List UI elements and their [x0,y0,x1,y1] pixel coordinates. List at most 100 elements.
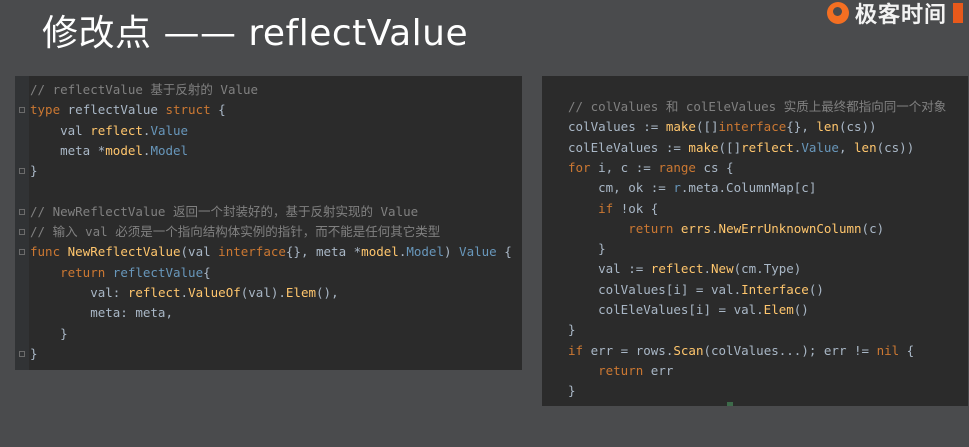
code-token: () [793,302,809,317]
code-token: New [711,261,734,277]
code-token: interface [218,244,286,260]
code-line: return errs.NewErrUnknownColumn(c) [568,219,884,239]
code-token: return [628,220,681,236]
code-line: } [30,161,38,181]
code-line: // reflectValue 基于反射的 Value [30,80,258,100]
code-line: if !ok { [568,199,658,219]
code-line: val reflect.Value [30,121,188,141]
code-line: type reflectValue struct { [30,100,226,120]
fold-marker-icon[interactable] [19,168,25,175]
code-line: } [30,344,38,364]
code-token: (cm.Type) [733,261,802,277]
code-token: nil [876,342,900,358]
code-token: } [30,163,38,179]
code-token: } [30,345,38,361]
fold-marker-icon[interactable] [19,208,25,215]
code-token: } [30,325,68,341]
code-token: range [658,159,704,175]
code-token: !ok { [620,200,659,216]
code-token: reflect [741,139,794,155]
code-token: { [496,244,512,260]
code-token: // 输入 val 必须是一个指向结构体实例的指针，而不能是任何其它类型 [30,224,441,240]
code-token: make [688,139,719,155]
code-token: // reflectValue 基于反射的 Value [30,82,259,97]
code-token: Interface [741,281,809,297]
code-token: (cs)) [838,119,877,135]
code-line: colValues[i] = val.Interface() [568,280,824,300]
code-panel-left: // reflectValue 基于反射的 Value type reflectV… [15,76,522,370]
code-token: colEleValues[i] = val. [568,302,764,317]
code-token: { [210,102,226,118]
code-line: val := reflect.New(cm.Type) [568,259,801,279]
code-token: if [598,200,621,216]
code-line: colEleValues := make([]reflect.Value, le… [568,138,914,158]
code-panel-right: // colValues 和 colEleValues 实质上最终都指向同一个对… [542,76,968,406]
code-token: val [30,122,91,138]
code-token: .meta.ColumnMap[c] [680,180,817,196]
code-token: Value [801,139,839,155]
code-token: Scan [673,342,704,358]
code-token: } [568,241,606,257]
code-token: (cs)) [876,139,915,155]
code-token: ) [443,244,460,260]
editor-gutter [15,76,29,370]
code-token: return [598,362,651,378]
code-token: reflect [127,285,181,300]
code-line: } [30,324,68,344]
code-token: cm, ok := [568,180,674,196]
code-token: } [568,383,576,399]
code-token: Elem [285,285,317,300]
code-line: return err [568,361,673,381]
code-token: ([] [718,139,742,155]
brand-name: 极客时间 [854,3,947,28]
fold-marker-icon[interactable] [19,229,25,236]
code-token: // colValues 和 colEleValues 实质上最终都指向同一个对… [568,99,947,114]
code-token: // NewReflectValue 返回一个封装好的，基于反射实现的 Valu… [30,203,419,219]
code-line: } [568,239,606,259]
code-token: len [854,139,877,155]
code-token: (val [180,244,219,260]
code-token: err = rows. [590,342,674,358]
code-line: meta: meta, [30,303,173,323]
code-token: Model [406,244,444,260]
code-token: colValues[i] = val. [568,281,742,297]
code-token: return [60,264,113,280]
code-token: {}, [786,119,817,135]
code-token: val := [568,261,651,277]
code-token: {}, meta * [285,244,362,260]
code-token: (), [316,285,339,300]
fold-marker-icon[interactable] [19,249,25,256]
code-token: err [650,362,674,378]
code-token: errs [680,220,712,236]
code-token: reflect [90,122,143,138]
code-token: i, c := [598,159,659,175]
code-token: (c) [861,220,885,236]
code-line: meta *model.Model [30,141,188,161]
code-token: colEleValues := [568,139,689,155]
code-line: } [568,320,576,340]
code-line: colValues := make([]interface{}, len(cs)… [568,117,877,137]
code-line: // NewReflectValue 返回一个封装好的，基于反射实现的 Valu… [30,202,418,222]
code-token: NewErrUnknownColumn [718,220,862,236]
code-token: r [673,180,681,196]
fold-marker-icon[interactable] [19,107,25,114]
code-token: (val). [240,285,286,300]
code-token: , [838,139,855,155]
code-token: . [180,285,189,300]
code-token: reflectValue [67,102,166,118]
code-token: . [703,261,712,277]
code-token: func [30,244,68,260]
code-token: for [568,159,599,175]
code-token: len [816,119,839,135]
code-token: . [711,220,719,236]
code-line: // colValues 和 colEleValues 实质上最终都指向同一个对… [568,97,946,117]
brand-logo: 极客时间 [826,0,963,28]
code-token: model [105,142,143,158]
fold-marker-icon[interactable] [19,350,25,357]
code-token: Model [150,142,189,158]
code-token: { [203,264,211,280]
code-line: return reflectValue{ [30,263,211,283]
